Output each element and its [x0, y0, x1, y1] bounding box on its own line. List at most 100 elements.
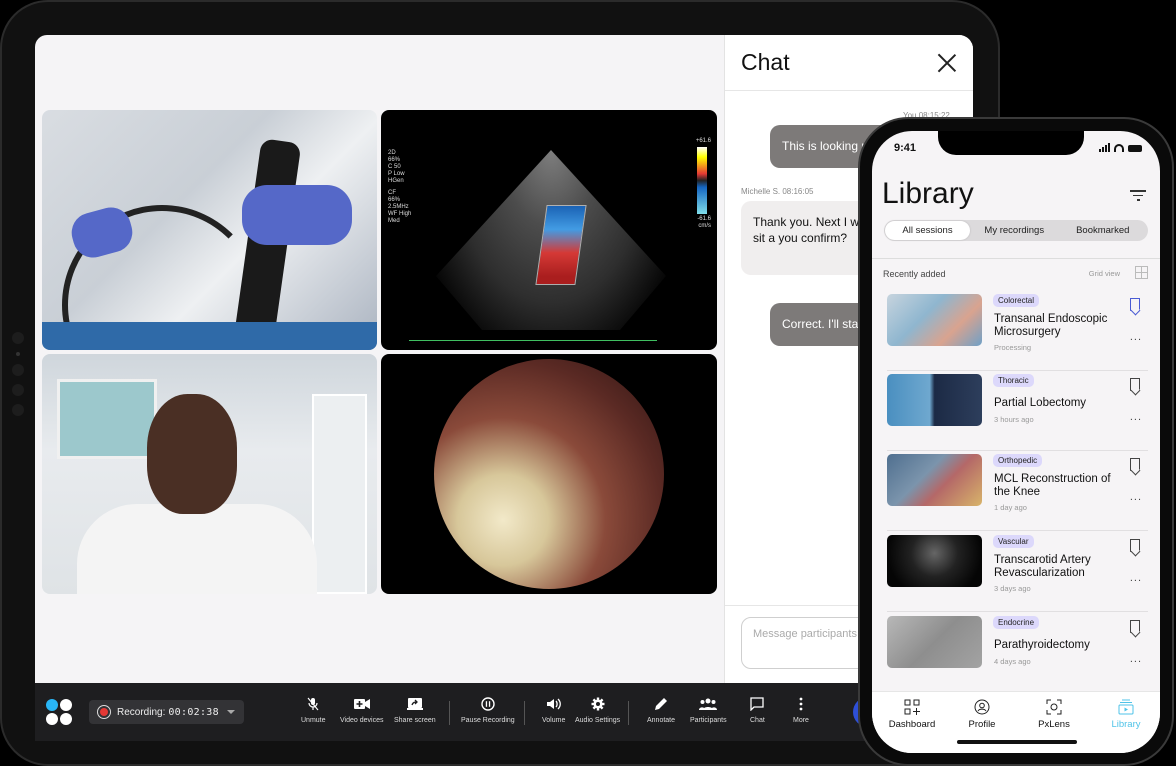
- recording-label: Recording:: [117, 706, 166, 718]
- session-thumbnail: [887, 535, 982, 587]
- tab-bookmarked[interactable]: Bookmarked: [1059, 221, 1148, 240]
- bookmark-add-icon[interactable]: [1130, 620, 1140, 633]
- video-grid: 2D 66% C 50 P Low HGen CF 66% 2.5MHz WF …: [42, 110, 717, 595]
- list-item[interactable]: Vascular Transcarotid Artery Revasculari…: [872, 532, 1160, 612]
- grid-view-icon[interactable]: [1135, 266, 1148, 279]
- video-call-screen: 2D 66% C 50 P Low HGen CF 66% 2.5MHz WF …: [35, 35, 973, 741]
- session-time: 3 days ago: [994, 584, 1031, 593]
- pause-circle-icon: [481, 695, 495, 713]
- bookmark-add-icon[interactable]: [1130, 378, 1140, 391]
- close-icon[interactable]: [937, 53, 957, 73]
- tab-label: PxLens: [1038, 719, 1070, 730]
- video-plus-icon: [353, 695, 370, 713]
- tablet-device: 2D 66% C 50 P Low HGen CF 66% 2.5MHz WF …: [0, 0, 1000, 766]
- divider: [887, 530, 1148, 531]
- session-title: Partial Lobectomy: [994, 397, 1087, 409]
- list-item[interactable]: Colorectal Transanal Endoscopic Microsur…: [872, 291, 1160, 371]
- bookmark-saved-icon[interactable]: [1130, 298, 1140, 311]
- endoscope-view-video[interactable]: [381, 354, 717, 594]
- video-devices-label: Video devices: [340, 717, 384, 724]
- tab-library[interactable]: Library: [1090, 699, 1160, 730]
- more-horizontal-icon[interactable]: ...: [1130, 572, 1142, 584]
- tab-my-recordings[interactable]: My recordings: [970, 221, 1059, 240]
- grid-view-label[interactable]: Grid view: [1089, 269, 1120, 278]
- battery-icon: [1128, 145, 1142, 152]
- specialty-tag: Endocrine: [993, 616, 1040, 629]
- list-item[interactable]: Orthopedic MCL Reconstruction of the Kne…: [872, 451, 1160, 531]
- session-title: Transanal Endoscopic Microsurgery: [994, 313, 1108, 338]
- tab-label: Profile: [968, 719, 996, 730]
- wifi-icon: [1114, 144, 1124, 152]
- session-status: Processing: [994, 343, 1032, 352]
- session-thumbnail: [887, 454, 982, 506]
- ultrasound-settings-2d: 2D 66% C 50 P Low HGen: [388, 150, 405, 184]
- annotate-button[interactable]: Annotate: [647, 695, 675, 724]
- unmute-button[interactable]: Unmute: [301, 695, 326, 724]
- chat-button[interactable]: Chat: [750, 695, 765, 724]
- participants-icon: [699, 695, 718, 713]
- share-screen-label: Share screen: [394, 717, 436, 724]
- divider: [887, 611, 1148, 612]
- session-time: 3 hours ago: [994, 415, 1034, 424]
- tab-label: Dashboard: [888, 719, 936, 730]
- library-icon: [1118, 699, 1134, 715]
- tab-pxlens[interactable]: PxLens: [1018, 699, 1090, 730]
- echocardiogram-video[interactable]: 2D 66% C 50 P Low HGen CF 66% 2.5MHz WF …: [381, 110, 717, 350]
- signal-icon: [1099, 143, 1110, 152]
- share-screen-icon: [406, 695, 423, 713]
- tab-label: Library: [1111, 719, 1141, 730]
- participants-button[interactable]: Participants: [690, 695, 727, 724]
- call-toolbar: Recording: 00:02:38 Unmute Video devices: [35, 683, 973, 741]
- bookmark-add-icon[interactable]: [1130, 458, 1140, 471]
- section-label: Recently added: [883, 269, 946, 279]
- pencil-icon: [654, 695, 668, 713]
- phone-device: 9:41 Library All sessions My recordings …: [858, 117, 1174, 766]
- tab-profile[interactable]: Profile: [946, 699, 1018, 730]
- more-horizontal-icon[interactable]: ...: [1130, 491, 1142, 503]
- filter-icon[interactable]: [1130, 190, 1146, 202]
- specialty-tag: Colorectal: [993, 294, 1040, 307]
- more-horizontal-icon[interactable]: ...: [1130, 331, 1142, 343]
- more-button[interactable]: More: [793, 695, 809, 724]
- profile-icon: [974, 699, 990, 715]
- status-icons: [1099, 143, 1142, 152]
- volume-button[interactable]: Volume: [542, 695, 565, 724]
- share-screen-button[interactable]: Share screen: [394, 695, 436, 724]
- tab-all-sessions[interactable]: All sessions: [885, 221, 970, 240]
- phone-notch: [938, 131, 1084, 155]
- more-vertical-icon: [799, 695, 803, 713]
- tab-dashboard[interactable]: Dashboard: [876, 699, 948, 730]
- list-item[interactable]: Thoracic Partial Lobectomy 3 hours ago .…: [872, 371, 1160, 451]
- volume-label: Volume: [542, 717, 566, 724]
- more-horizontal-icon[interactable]: ...: [1130, 653, 1142, 665]
- session-thumbnail: [887, 294, 982, 346]
- scan-icon: [1046, 699, 1062, 715]
- velocity-scale-max: +61.6: [695, 138, 711, 144]
- velocity-color-scale: [697, 147, 707, 214]
- session-title: Parathyroidectomy: [994, 639, 1090, 651]
- ultrasound-settings-cf: CF 66% 2.5MHz WF High Med: [388, 190, 412, 224]
- specialty-tag: Vascular: [993, 535, 1034, 548]
- endoscopy-procedure-video[interactable]: [42, 110, 377, 350]
- pause-recording-button[interactable]: Pause Recording: [461, 695, 515, 724]
- recording-time: 00:02:38: [168, 706, 219, 718]
- session-thumbnail: [887, 374, 982, 426]
- audio-settings-button[interactable]: Audio Settings: [575, 695, 620, 724]
- more-horizontal-icon[interactable]: ...: [1130, 411, 1142, 423]
- session-time: 4 days ago: [994, 657, 1031, 666]
- video-devices-button[interactable]: Video devices: [340, 695, 383, 724]
- recording-status-dropdown[interactable]: Recording: 00:02:38: [89, 700, 244, 724]
- velocity-scale-min: -61.6: [697, 216, 711, 222]
- status-time: 9:41: [894, 142, 917, 154]
- chat-label: Chat: [750, 717, 765, 724]
- chevron-down-icon: [226, 710, 235, 714]
- bookmark-add-icon[interactable]: [1130, 539, 1140, 552]
- list-item[interactable]: Endocrine Parathyroidectomy 4 days ago .…: [872, 613, 1160, 693]
- more-label: More: [793, 717, 809, 724]
- doctor-participant-video[interactable]: [42, 354, 377, 594]
- audio-settings-label: Audio Settings: [575, 717, 621, 724]
- bottom-tab-bar: Dashboard Profile PxLens Library: [872, 691, 1160, 753]
- chat-title: Chat: [741, 49, 790, 75]
- tablet-side-buttons: [12, 332, 24, 416]
- dashboard-icon: [904, 699, 920, 715]
